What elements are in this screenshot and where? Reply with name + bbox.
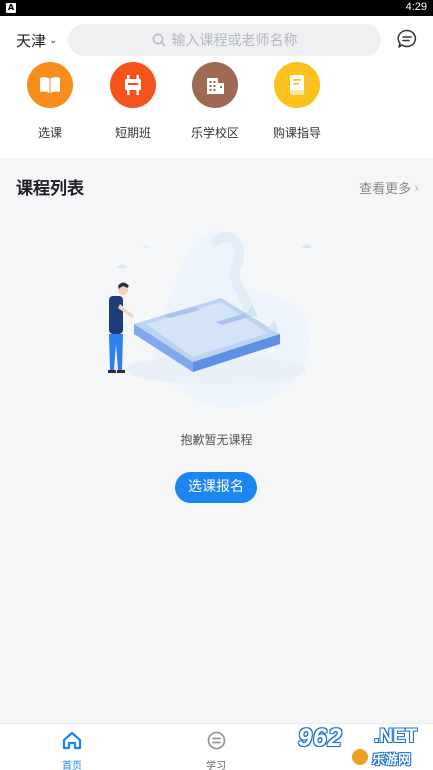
tab-study[interactable]: 学习 bbox=[186, 731, 246, 770]
category-purchase-guide[interactable]: 购课指导 bbox=[257, 62, 337, 141]
category-grid: 选课 短期班 乐学校区 购课指导 bbox=[0, 62, 433, 158]
section-title: 课程列表 bbox=[16, 179, 84, 199]
watermark-number: 962 bbox=[298, 724, 343, 752]
guide-book-icon bbox=[274, 62, 320, 108]
category-short-class[interactable]: 短期班 bbox=[93, 62, 173, 141]
search-bar[interactable]: 输入课程或老师名称 bbox=[68, 24, 381, 56]
tab-home[interactable]: 首页 bbox=[42, 731, 102, 770]
category-label: 短期班 bbox=[114, 126, 151, 140]
header: 天津 ⌄ 输入课程或老师名称 bbox=[0, 16, 433, 62]
chevron-down-icon: ⌄ bbox=[49, 35, 58, 46]
category-label: 选课 bbox=[37, 126, 62, 140]
watermark-logo-icon bbox=[352, 749, 368, 765]
easel-icon bbox=[110, 62, 156, 108]
category-campus[interactable]: 乐学校区 bbox=[175, 62, 255, 141]
view-more-link[interactable]: 查看更多 › bbox=[359, 178, 419, 198]
category-label: 乐学校区 bbox=[190, 126, 239, 140]
search-icon bbox=[152, 33, 165, 47]
book-icon bbox=[27, 62, 73, 108]
site-watermark: 962 .NET 乐游网 bbox=[294, 722, 433, 770]
city-label: 天津 bbox=[16, 32, 47, 50]
status-time: 4:29 bbox=[405, 1, 427, 13]
watermark-name: 乐游网 bbox=[372, 753, 412, 768]
message-icon[interactable] bbox=[396, 28, 418, 50]
watermark-net: .NET bbox=[374, 726, 418, 747]
chevron-right-icon: › bbox=[414, 180, 419, 195]
status-bar: A 4:29 bbox=[0, 0, 433, 16]
tab-label: 学习 bbox=[206, 761, 226, 770]
tab-label: 首页 bbox=[62, 761, 82, 770]
empty-state-illustration bbox=[108, 230, 313, 408]
course-list-header: 课程列表 查看更多 › bbox=[0, 166, 433, 199]
home-icon bbox=[62, 731, 82, 750]
city-selector[interactable]: 天津 ⌄ bbox=[16, 30, 57, 51]
view-more-label: 查看更多 bbox=[359, 182, 412, 197]
search-placeholder: 输入课程或老师名称 bbox=[171, 33, 298, 49]
building-icon bbox=[192, 62, 238, 108]
sim-indicator: A bbox=[6, 3, 16, 13]
study-icon bbox=[207, 731, 225, 750]
enroll-button[interactable]: 选课报名 bbox=[175, 472, 257, 503]
top-panel: 天津 ⌄ 输入课程或老师名称 选课 短期班 乐学校区 购课指导 bbox=[0, 16, 433, 158]
category-label: 购课指导 bbox=[272, 126, 321, 140]
empty-state-text: 抱歉暂无课程 bbox=[180, 433, 253, 447]
category-select-course[interactable]: 选课 bbox=[10, 62, 90, 141]
